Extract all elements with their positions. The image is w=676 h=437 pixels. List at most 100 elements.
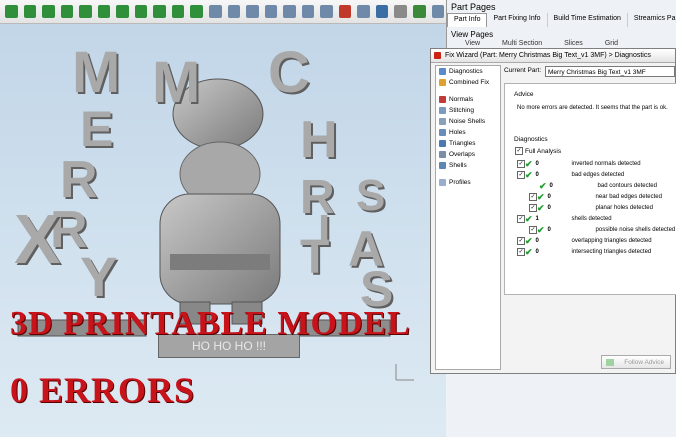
sidebar-item-stitching[interactable]: Stitching (436, 105, 500, 116)
flag-icon[interactable] (375, 5, 389, 18)
row-checkbox[interactable]: ✓ (517, 237, 525, 245)
row-count: 1 (535, 216, 539, 222)
wizard-titlebar[interactable]: Fix Wizard (Part: Merry Christmas Big Te… (431, 49, 675, 63)
ok-check-icon: ✔ (525, 213, 533, 224)
top-view-icon[interactable] (301, 5, 315, 18)
section-icon[interactable] (60, 5, 74, 18)
tab-build-time[interactable]: Build Time Estimation (548, 13, 628, 27)
diagnostics-icon (439, 68, 446, 75)
row-checkbox[interactable]: ✓ (517, 171, 525, 179)
full-analysis-option[interactable]: ✓ Full Analysis (515, 147, 561, 155)
fix-wizard-dialog: Fix Wizard (Part: Merry Christmas Big Te… (430, 48, 676, 374)
sidebar-item-label: Normals (449, 96, 474, 103)
ok-check-icon: ✔ (525, 235, 533, 246)
diag-row-bad-edges: ✓ ✔ 0 bad edges detected (517, 170, 624, 180)
ok-check-icon: ✔ (537, 224, 545, 235)
row-label: bad edges detected (571, 172, 625, 178)
sidebar-item-combined-fix[interactable]: Combined Fix (436, 77, 500, 88)
cube-icon[interactable] (190, 5, 204, 18)
sidebar-item-label: Holes (449, 129, 466, 136)
col-slices[interactable]: Slices (564, 40, 583, 47)
sidebar-item-label: Noise Shells (449, 118, 486, 125)
follow-advice-button[interactable]: Follow Advice (601, 355, 671, 369)
ok-check-icon: ✔ (525, 169, 533, 180)
sidebar-item-noise-shells[interactable]: Noise Shells (436, 116, 500, 127)
model-letter: S (356, 171, 386, 220)
move-icon[interactable] (5, 5, 18, 18)
3d-viewport[interactable]: MERRYXMASCHRIST HO HO HO !!! 3D PRINTABL… (0, 24, 446, 437)
sidebar-item-shells[interactable]: Shells (436, 160, 500, 171)
row-checkbox[interactable]: ✓ (529, 204, 537, 212)
sidebar-item-triangles[interactable]: Triangles (436, 138, 500, 149)
diag-row-intersecting: ✓ ✔ 0 intersecting triangles detected (517, 247, 651, 257)
scale-icon[interactable] (23, 5, 37, 18)
rotate-icon[interactable] (153, 5, 166, 18)
sidebar-item-holes[interactable]: Holes (436, 127, 500, 138)
row-count: 0 (535, 249, 539, 255)
row-checkbox[interactable]: ✓ (529, 193, 537, 201)
part-pages-tabs: Part Info Part Fixing Info Build Time Es… (447, 13, 676, 27)
row-label: possible noise shells detected (595, 227, 676, 233)
model-letter: R (60, 151, 98, 209)
row-checkbox[interactable]: ✓ (517, 160, 525, 168)
back-view-icon[interactable] (246, 5, 259, 18)
model-letter: H (300, 111, 338, 169)
sidebar-item-normals[interactable]: Normals (436, 94, 500, 105)
mirror-icon[interactable] (42, 5, 55, 18)
triangles-icon (439, 140, 446, 147)
diag-row-inverted-normals: ✓ ✔ 0 inverted normals detected (517, 159, 641, 169)
color-icon[interactable] (171, 5, 185, 18)
sidebar-item-diagnostics[interactable]: Diagnostics (436, 66, 500, 77)
sidebar-item-label: Overlaps (449, 151, 476, 158)
row-count: 0 (547, 194, 551, 200)
ok-check-icon: ✔ (537, 202, 545, 213)
bottom-view-icon[interactable] (320, 5, 333, 18)
pan-icon[interactable] (116, 5, 129, 18)
right-view-icon[interactable] (283, 5, 296, 18)
hide-icon[interactable] (413, 5, 426, 18)
wire-icon[interactable] (357, 5, 370, 18)
diagnostics-label: Diagnostics (514, 136, 548, 143)
follow-advice-label: Follow Advice (624, 359, 664, 366)
sidebar-item-overlaps[interactable]: Overlaps (436, 149, 500, 160)
cut-icon[interactable] (97, 5, 111, 18)
follow-advice-icon (606, 359, 614, 366)
current-part-select[interactable]: Merry Christmas Big Text_v1 3MF (545, 66, 675, 77)
row-label: bad contours detected (597, 183, 657, 189)
col-view[interactable]: View (465, 40, 480, 47)
view-pages-columns: View Multi Section Slices Grid (465, 40, 618, 47)
light-icon[interactable] (431, 5, 445, 18)
row-checkbox[interactable]: ✓ (517, 248, 525, 256)
row-count: 0 (535, 161, 539, 167)
model-letter: E (80, 101, 114, 157)
full-analysis-checkbox[interactable]: ✓ (515, 147, 523, 155)
row-checkbox[interactable]: ✓ (529, 226, 537, 234)
tab-streamics[interactable]: Streamics Part Ta (628, 13, 676, 27)
pick-icon[interactable] (134, 5, 148, 18)
ok-check-icon: ✔ (537, 191, 545, 202)
iso-view-icon[interactable] (338, 5, 352, 18)
advice-text: No more errors are detected. It seems th… (517, 105, 668, 111)
ok-check-icon: ✔ (539, 180, 547, 191)
row-checkbox[interactable]: ✓ (517, 215, 525, 223)
model-letter: T (300, 231, 330, 284)
model-letter: M (152, 50, 201, 115)
diagnostics-panel: Advice No more errors are detected. It s… (504, 83, 676, 295)
sidebar-item-profiles[interactable]: Profiles (436, 177, 500, 188)
col-multi-section[interactable]: Multi Section (502, 40, 542, 47)
ok-check-icon: ✔ (525, 158, 533, 169)
col-grid[interactable]: Grid (605, 40, 618, 47)
tab-part-fixing-info[interactable]: Part Fixing Info (487, 13, 548, 27)
left-view-icon[interactable] (264, 5, 278, 18)
measure-icon[interactable] (79, 5, 92, 18)
row-count: 0 (547, 205, 551, 211)
sidebar-item-label: Stitching (449, 107, 474, 114)
shade-icon[interactable] (394, 5, 408, 18)
front-view-icon[interactable] (227, 5, 241, 18)
tab-part-info[interactable]: Part Info (447, 13, 488, 27)
part-pages-title: Part Pages (451, 2, 496, 12)
diag-row-bad-contours: ✔ 0 bad contours detected (539, 181, 657, 191)
wizard-app-icon (434, 52, 441, 59)
box-view-icon[interactable] (209, 5, 222, 18)
diag-row-shells: ✓ ✔ 1 shells detected (517, 214, 612, 224)
